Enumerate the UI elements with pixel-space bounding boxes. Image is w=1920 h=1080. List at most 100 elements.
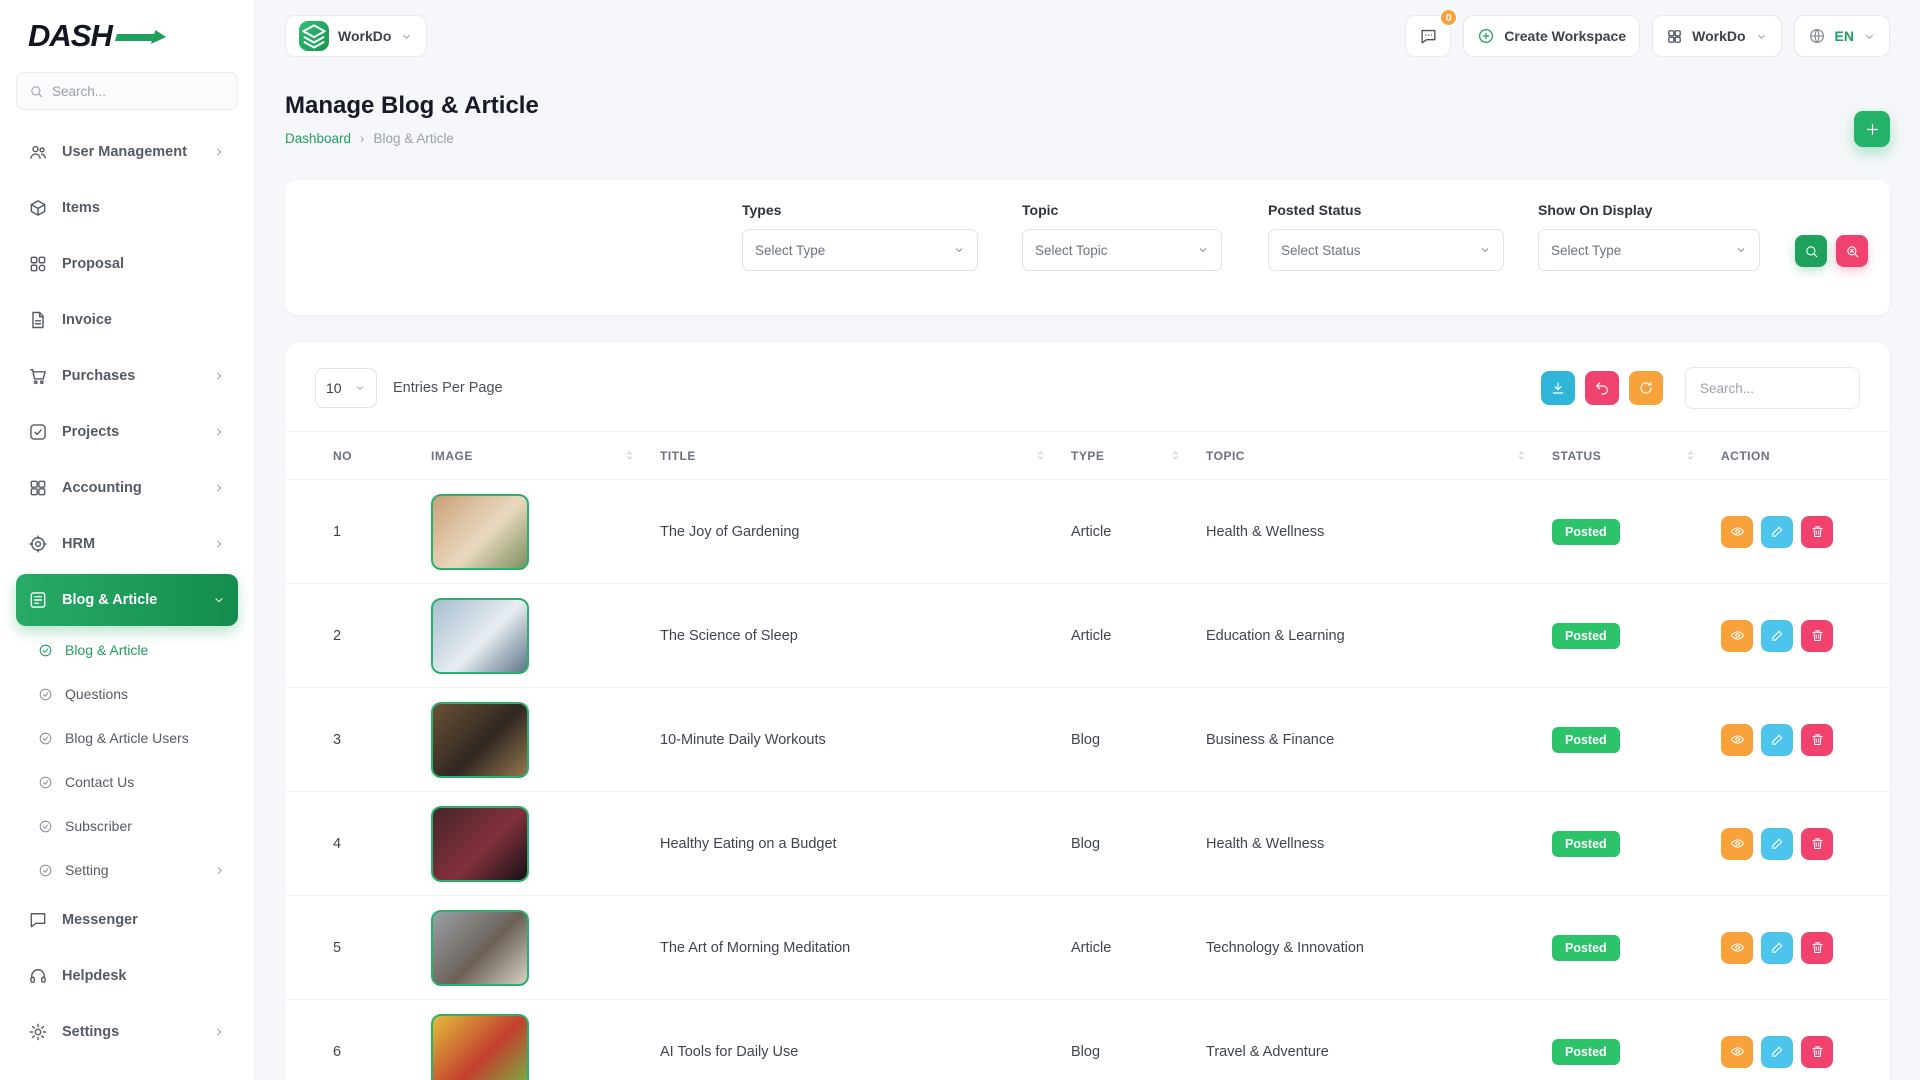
sidebar-item-settings[interactable]: Settings — [16, 1006, 238, 1058]
delete-button[interactable] — [1801, 828, 1833, 860]
sidebar-item-label: Invoice — [62, 312, 112, 328]
subcheck-icon — [38, 775, 53, 790]
eye-icon — [1730, 940, 1745, 955]
language-label: EN — [1835, 28, 1854, 44]
sidebar-item-purchases[interactable]: Purchases — [16, 350, 238, 402]
edit-button[interactable] — [1761, 1036, 1793, 1068]
filter-select-value: Select Status — [1281, 243, 1361, 258]
chevron-right-icon — [213, 864, 226, 877]
status-badge: Posted — [1552, 623, 1620, 649]
column-header-action[interactable]: ACTION — [1721, 432, 1890, 480]
sidebar-item-projects[interactable]: Projects — [16, 406, 238, 458]
clear-filter-button[interactable] — [1836, 235, 1868, 267]
delete-button[interactable] — [1801, 516, 1833, 548]
filter-select-value: Select Topic — [1035, 243, 1108, 258]
sidebar-subitem-label: Blog & Article Users — [65, 730, 189, 746]
view-button[interactable] — [1721, 828, 1753, 860]
create-workspace-button[interactable]: Create Workspace — [1463, 15, 1640, 57]
chevron-right-icon — [212, 369, 226, 383]
sidebar-subitem-contact-us[interactable]: Contact Us — [26, 760, 238, 804]
row-actions — [1721, 516, 1875, 548]
column-header-image[interactable]: IMAGE — [431, 432, 660, 480]
view-button[interactable] — [1721, 724, 1753, 756]
search-icon — [1804, 244, 1819, 259]
article-type: Blog — [1071, 1044, 1100, 1060]
status-badge: Posted — [1552, 1039, 1620, 1065]
sidebar-item-messenger[interactable]: Messenger — [16, 894, 238, 946]
reset-button[interactable] — [1585, 371, 1619, 405]
column-header-no[interactable]: NO — [285, 432, 431, 480]
add-blog-button[interactable] — [1854, 111, 1890, 147]
sidebar-subitem-blog-article-users[interactable]: Blog & Article Users — [26, 716, 238, 760]
filter-label: Types — [742, 202, 978, 218]
sidebar-item-items[interactable]: Items — [16, 182, 238, 234]
status-badge: Posted — [1552, 935, 1620, 961]
messages-button[interactable]: 0 — [1405, 15, 1451, 57]
edit-button[interactable] — [1761, 620, 1793, 652]
trash-icon — [1810, 836, 1825, 851]
search-icon — [29, 84, 44, 99]
article-title: AI Tools for Daily Use — [660, 1044, 798, 1060]
brand-logo[interactable]: DASH — [16, 0, 238, 72]
edit-button[interactable] — [1761, 516, 1793, 548]
sort-icon — [1684, 449, 1697, 462]
pencil-icon — [1770, 836, 1785, 851]
row-number: 4 — [333, 836, 341, 852]
sidebar-item-user-management[interactable]: User Management — [16, 126, 238, 178]
view-button[interactable] — [1721, 620, 1753, 652]
sidebar-item-invoice[interactable]: Invoice — [16, 294, 238, 346]
table-row: 4Healthy Eating on a BudgetBlogHealth & … — [285, 792, 1890, 896]
column-header-topic[interactable]: TOPIC — [1206, 432, 1552, 480]
trash-icon — [1810, 940, 1825, 955]
language-dropdown[interactable]: EN — [1794, 15, 1890, 57]
breadcrumb-home-link[interactable]: Dashboard — [285, 131, 351, 146]
refresh-button[interactable] — [1629, 371, 1663, 405]
delete-button[interactable] — [1801, 1036, 1833, 1068]
delete-button[interactable] — [1801, 620, 1833, 652]
edit-button[interactable] — [1761, 828, 1793, 860]
column-header-status[interactable]: STATUS — [1552, 432, 1721, 480]
workspace-switcher[interactable]: WorkDo — [285, 15, 427, 57]
main-content: Manage Blog & Article Dashboard › Blog &… — [255, 72, 1920, 1080]
sidebar-item-hrm[interactable]: HRM — [16, 518, 238, 570]
entries-per-page-select[interactable]: 10 — [315, 368, 377, 408]
sidebar-submenu: Blog & ArticleQuestions Blog & Article Us… — [16, 628, 238, 892]
clear-search-icon — [1845, 244, 1860, 259]
sidebar-subitem-setting[interactable]: Setting — [26, 848, 238, 892]
filter-select-show-on-display[interactable]: Select Type — [1538, 229, 1760, 271]
column-header-title[interactable]: TITLE — [660, 432, 1071, 480]
delete-button[interactable] — [1801, 724, 1833, 756]
export-button[interactable] — [1541, 371, 1575, 405]
apply-filter-button[interactable] — [1795, 235, 1827, 267]
article-thumbnail — [431, 1014, 529, 1080]
trash-icon — [1810, 524, 1825, 539]
edit-button[interactable] — [1761, 724, 1793, 756]
filter-select-types[interactable]: Select Type — [742, 229, 978, 271]
sidebar-subitem-subscriber[interactable]: Subscriber — [26, 804, 238, 848]
sidebar-subitem-questions[interactable]: Questions — [26, 672, 238, 716]
article-thumbnail — [431, 702, 529, 778]
edit-button[interactable] — [1761, 932, 1793, 964]
view-button[interactable] — [1721, 932, 1753, 964]
sidebar-search[interactable] — [16, 72, 238, 110]
chevron-down-icon — [1735, 244, 1747, 256]
column-header-type[interactable]: TYPE — [1071, 432, 1206, 480]
sidebar-item-proposal[interactable]: Proposal — [16, 238, 238, 290]
sidebar-item-accounting[interactable]: Accounting — [16, 462, 238, 514]
view-button[interactable] — [1721, 516, 1753, 548]
article-thumbnail — [431, 806, 529, 882]
company-dropdown[interactable]: WorkDo — [1652, 15, 1781, 57]
sidebar-item-blog-article[interactable]: Blog & Article — [16, 574, 238, 626]
blog-table-panel: 10 Entries Per Page — [285, 343, 1890, 1080]
sidebar-search-input[interactable] — [52, 84, 225, 99]
delete-button[interactable] — [1801, 932, 1833, 964]
sidebar-subitem-blog-article[interactable]: Blog & Article — [26, 628, 238, 672]
table-search-input[interactable] — [1685, 367, 1860, 409]
breadcrumb: Dashboard › Blog & Article — [285, 131, 1890, 146]
row-number: 1 — [333, 524, 341, 540]
sidebar-item-helpdesk[interactable]: Helpdesk — [16, 950, 238, 1002]
view-button[interactable] — [1721, 1036, 1753, 1068]
filter-select-posted-status[interactable]: Select Status — [1268, 229, 1504, 271]
accounting-icon — [28, 478, 48, 498]
filter-select-topic[interactable]: Select Topic — [1022, 229, 1222, 271]
